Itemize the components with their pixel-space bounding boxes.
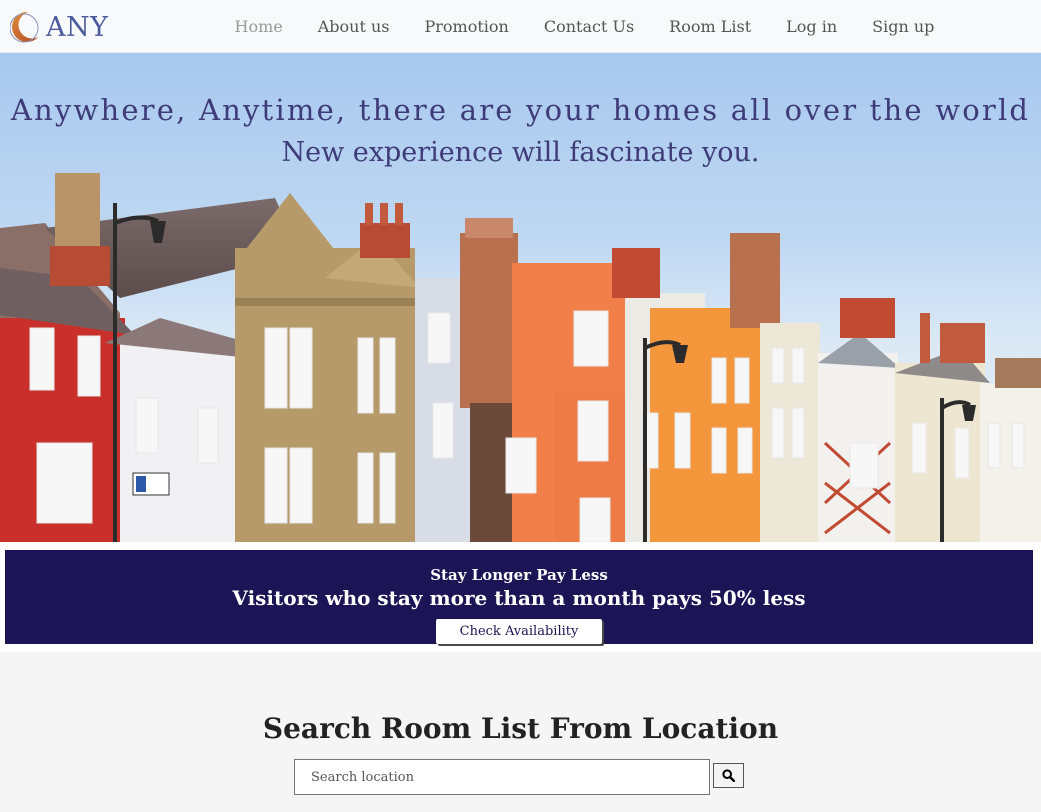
nav-login-link[interactable]: Log in: [769, 17, 855, 36]
nav-home-link[interactable]: Home: [217, 17, 300, 36]
hero-title: Anywhere, Anytime, there are your homes …: [10, 93, 1031, 127]
promo-section: Stay Longer Pay Less Visitors who stay m…: [0, 542, 1041, 652]
nav-about-link[interactable]: About us: [300, 17, 407, 36]
search-icon: [722, 769, 735, 782]
search-location-input[interactable]: [294, 759, 710, 795]
search-button[interactable]: [713, 763, 744, 788]
nav-signup-link[interactable]: Sign up: [855, 17, 952, 36]
promo-text: Visitors who stay more than a month pays…: [232, 586, 806, 610]
nav-contact-link[interactable]: Contact Us: [526, 17, 651, 36]
navbar: ANY Home About us Promotion Contact Us R…: [0, 0, 1041, 53]
brand-logo[interactable]: ANY: [10, 9, 108, 45]
check-availability-button[interactable]: Check Availability: [436, 619, 602, 644]
hero-banner: Anywhere, Anytime, there are your homes …: [0, 53, 1041, 542]
search-title: Search Room List From Location: [262, 712, 779, 745]
hero-subtitle: New experience will fascinate you.: [281, 137, 760, 168]
nav-promotion-link[interactable]: Promotion: [407, 17, 526, 36]
nav-room-list-link[interactable]: Room List: [652, 17, 769, 36]
nav-menu: Home About us Promotion Contact Us Room …: [217, 0, 952, 52]
promo-heading: Stay Longer Pay Less: [430, 566, 608, 584]
brand-name: ANY: [46, 11, 109, 43]
promo-banner: Stay Longer Pay Less Visitors who stay m…: [5, 550, 1033, 644]
crescent-logo-icon: [10, 11, 44, 43]
